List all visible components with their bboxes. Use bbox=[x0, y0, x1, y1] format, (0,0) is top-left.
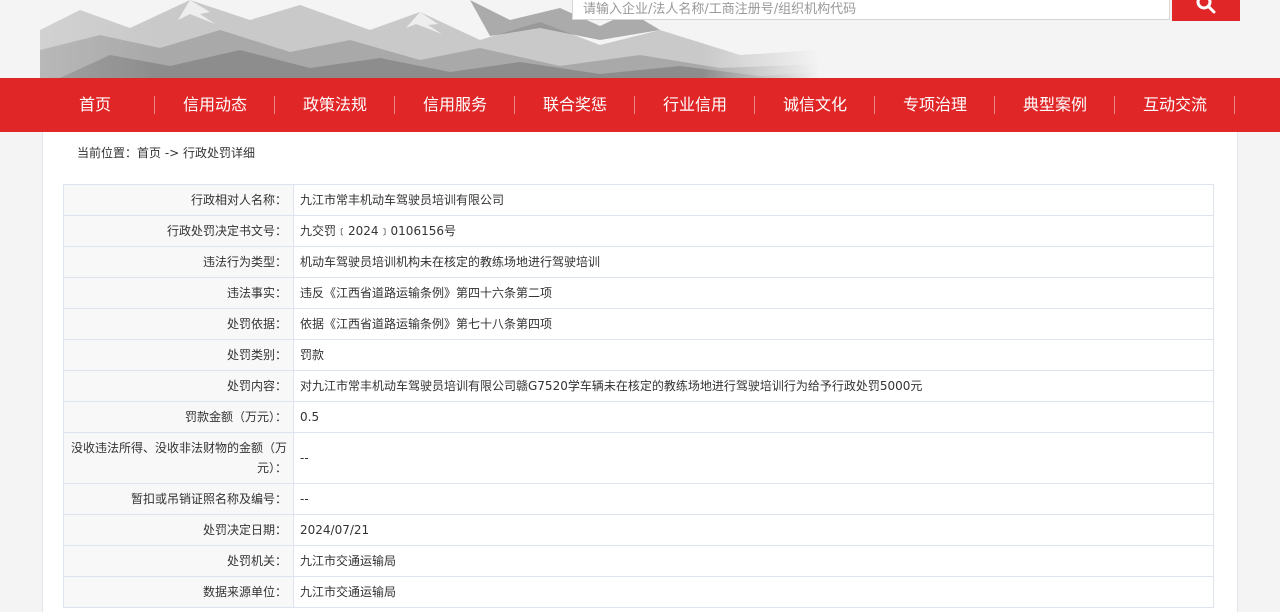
field-label: 罚款金额（万元）： bbox=[63, 401, 294, 433]
breadcrumb-current: 行政处罚详细 bbox=[183, 146, 256, 160]
field-value: 对九江市常丰机动车驾驶员培训有限公司赣G7520学车辆未在核定的教练场地进行驾驶… bbox=[293, 370, 1214, 402]
search-input[interactable] bbox=[573, 0, 1169, 19]
field-label: 数据来源单位： bbox=[63, 576, 294, 608]
nav-item-home[interactable]: 首页 bbox=[35, 78, 155, 132]
nav-item-interaction[interactable]: 互动交流 bbox=[1115, 78, 1235, 132]
field-value: -- bbox=[293, 432, 1214, 484]
penalty-detail-table: 行政相对人名称： 九江市常丰机动车驾驶员培训有限公司 行政处罚决定书文号： 九交… bbox=[63, 184, 1214, 608]
field-label: 处罚类别： bbox=[63, 339, 294, 371]
field-label: 违法事实： bbox=[63, 277, 294, 309]
nav-item-credit-news[interactable]: 信用动态 bbox=[155, 78, 275, 132]
table-row: 违法行为类型： 机动车驾驶员培训机构未在核定的教练场地进行驾驶培训 bbox=[63, 246, 1214, 278]
search-box bbox=[572, 0, 1170, 20]
field-label: 处罚内容： bbox=[63, 370, 294, 402]
table-row: 处罚内容： 对九江市常丰机动车驾驶员培训有限公司赣G7520学车辆未在核定的教练… bbox=[63, 370, 1214, 402]
field-value: 机动车驾驶员培训机构未在核定的教练场地进行驾驶培训 bbox=[293, 246, 1214, 278]
search-icon bbox=[1196, 0, 1216, 14]
field-label: 处罚决定日期： bbox=[63, 514, 294, 546]
field-label: 没收违法所得、没收非法财物的金额（万元）： bbox=[63, 432, 294, 484]
search-button[interactable] bbox=[1172, 0, 1240, 21]
main-content: 当前位置：首页 -> 行政处罚详细 行政相对人名称： 九江市常丰机动车驾驶员培训… bbox=[42, 132, 1238, 612]
field-label: 行政处罚决定书文号： bbox=[63, 215, 294, 247]
breadcrumb-separator: -> bbox=[161, 146, 184, 160]
table-row: 处罚机关： 九江市交通运输局 bbox=[63, 545, 1214, 577]
breadcrumb-prefix: 当前位置： bbox=[77, 146, 138, 160]
table-row: 处罚依据： 依据《江西省道路运输条例》第七十八条第四项 bbox=[63, 308, 1214, 340]
nav-item-integrity-culture[interactable]: 诚信文化 bbox=[755, 78, 875, 132]
field-value: 九江市交通运输局 bbox=[293, 576, 1214, 608]
field-value: 2024/07/21 bbox=[293, 514, 1214, 546]
nav-item-typical-cases[interactable]: 典型案例 bbox=[995, 78, 1115, 132]
table-row: 暂扣或吊销证照名称及编号： -- bbox=[63, 483, 1214, 515]
field-label: 行政相对人名称： bbox=[63, 184, 294, 216]
table-row: 行政处罚决定书文号： 九交罚﹝2024﹞0106156号 bbox=[63, 215, 1214, 247]
field-value: -- bbox=[293, 483, 1214, 515]
field-value: 九交罚﹝2024﹞0106156号 bbox=[293, 215, 1214, 247]
table-row: 没收违法所得、没收非法财物的金额（万元）： -- bbox=[63, 432, 1214, 484]
field-value: 罚款 bbox=[293, 339, 1214, 371]
field-label: 处罚机关： bbox=[63, 545, 294, 577]
main-nav: 首页 信用动态 政策法规 信用服务 联合奖惩 行业信用 诚信文化 专项治理 典型… bbox=[0, 78, 1280, 132]
field-value: 0.5 bbox=[293, 401, 1214, 433]
field-value: 违反《江西省道路运输条例》第四十六条第二项 bbox=[293, 277, 1214, 309]
table-row: 处罚决定日期： 2024/07/21 bbox=[63, 514, 1214, 546]
nav-item-industry-credit[interactable]: 行业信用 bbox=[635, 78, 755, 132]
table-row: 数据来源单位： 九江市交通运输局 bbox=[63, 576, 1214, 608]
table-row: 行政相对人名称： 九江市常丰机动车驾驶员培训有限公司 bbox=[63, 184, 1214, 216]
nav-item-joint-rewards[interactable]: 联合奖惩 bbox=[515, 78, 635, 132]
table-row: 罚款金额（万元）： 0.5 bbox=[63, 401, 1214, 433]
table-row: 处罚类别： 罚款 bbox=[63, 339, 1214, 371]
field-value: 依据《江西省道路运输条例》第七十八条第四项 bbox=[293, 308, 1214, 340]
breadcrumb: 当前位置：首页 -> 行政处罚详细 bbox=[77, 144, 255, 162]
field-label: 违法行为类型： bbox=[63, 246, 294, 278]
nav-item-credit-services[interactable]: 信用服务 bbox=[395, 78, 515, 132]
breadcrumb-home-link[interactable]: 首页 bbox=[137, 146, 161, 160]
field-value: 九江市常丰机动车驾驶员培训有限公司 bbox=[293, 184, 1214, 216]
nav-item-policies[interactable]: 政策法规 bbox=[275, 78, 395, 132]
nav-list: 首页 信用动态 政策法规 信用服务 联合奖惩 行业信用 诚信文化 专项治理 典型… bbox=[35, 78, 1235, 132]
field-value: 九江市交通运输局 bbox=[293, 545, 1214, 577]
table-row: 违法事实： 违反《江西省道路运输条例》第四十六条第二项 bbox=[63, 277, 1214, 309]
field-label: 处罚依据： bbox=[63, 308, 294, 340]
site-header bbox=[0, 0, 1280, 78]
nav-item-special-governance[interactable]: 专项治理 bbox=[875, 78, 995, 132]
field-label: 暂扣或吊销证照名称及编号： bbox=[63, 483, 294, 515]
